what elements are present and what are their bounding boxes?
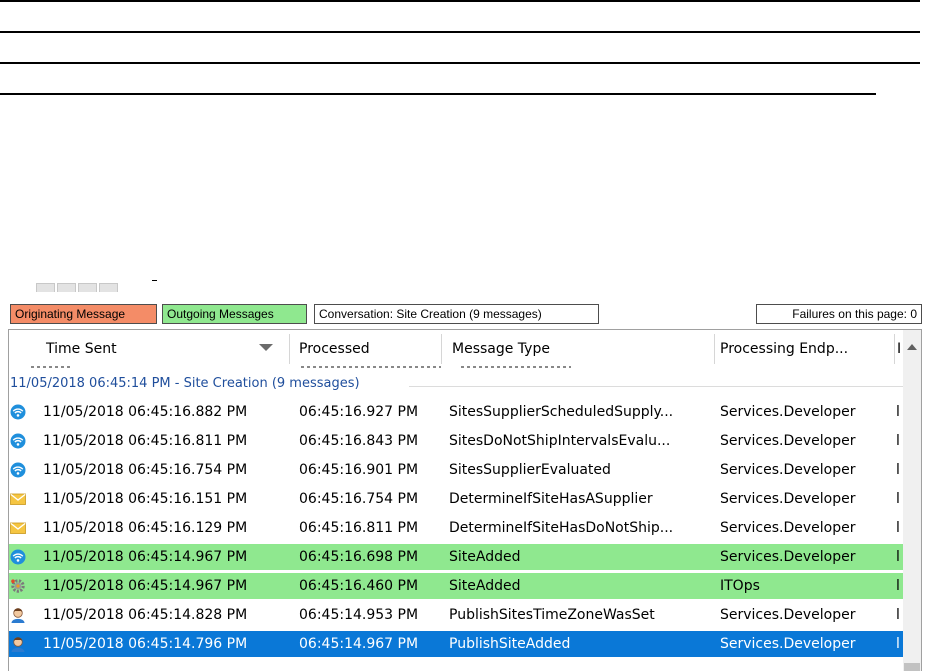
originating-message-legend: Originating Message — [10, 304, 157, 324]
top-rule-1 — [0, 0, 920, 2]
processed-cell: 06:45:16.927 PM — [299, 404, 419, 420]
time-sent-cell: 11/05/2018 06:45:14.967 PM — [43, 549, 248, 565]
processed-cell: 06:45:16.698 PM — [299, 549, 419, 565]
processed-cell: 06:45:16.843 PM — [299, 433, 419, 449]
wifi-icon — [10, 549, 26, 565]
grid-header: Time Sent Processed Message Type Process… — [9, 330, 903, 368]
processing-endpoint-cell: Services.Developer — [720, 636, 856, 652]
scroll-up-icon[interactable] — [907, 344, 917, 350]
time-sent-cell: 11/05/2018 06:45:16.882 PM — [43, 404, 248, 420]
processed-cell: 06:45:16.754 PM — [299, 491, 419, 507]
person-icon — [10, 607, 26, 623]
message-type-cell: DetermineIfSiteHasASupplier — [449, 491, 653, 507]
wifi-icon — [10, 462, 26, 478]
extra-cell: l — [896, 491, 900, 507]
column-header-processing-endpoint[interactable]: Processing Endp... — [714, 330, 894, 368]
scrolled-row-remnant — [301, 366, 441, 368]
processing-endpoint-cell: Services.Developer — [720, 462, 856, 478]
column-header-message-type-label: Message Type — [452, 341, 550, 357]
processing-endpoint-cell: Services.Developer — [720, 491, 856, 507]
processed-cell: 06:45:16.901 PM — [299, 462, 419, 478]
message-type-cell: SitesDoNotShipIntervalsEvalu... — [449, 433, 671, 449]
envelope-icon — [10, 520, 26, 536]
scrolled-row-remnant — [461, 366, 571, 368]
toolbar-button-1[interactable] — [36, 283, 55, 292]
top-rule-3 — [0, 62, 920, 64]
group-divider — [409, 386, 903, 387]
column-header-processed-label: Processed — [299, 341, 370, 357]
scrolled-row-remnant — [31, 366, 71, 368]
table-row[interactable]: 11/05/2018 06:45:14.796 PM 06:45:14.967 P… — [9, 631, 903, 657]
failures-counter: Failures on this page: 0 — [756, 304, 922, 324]
column-header-processed[interactable]: Processed — [293, 330, 441, 368]
processed-cell: 06:45:14.967 PM — [299, 636, 419, 652]
table-row[interactable]: 11/05/2018 06:45:14.967 PM 06:45:16.698 P… — [9, 544, 903, 570]
extra-cell: l — [896, 404, 900, 420]
time-sent-cell: 11/05/2018 06:45:16.754 PM — [43, 462, 248, 478]
time-sent-cell: 11/05/2018 06:45:14.967 PM — [43, 578, 248, 594]
table-row[interactable]: 11/05/2018 06:45:16.882 PM 06:45:16.927 P… — [9, 399, 903, 425]
time-sent-cell: 11/05/2018 06:45:14.828 PM — [43, 607, 248, 623]
conversation-group-header[interactable]: 11/05/2018 06:45:14 PM - Site Creation (… — [9, 372, 903, 398]
conversation-label: Conversation: Site Creation (9 messages) — [314, 304, 599, 324]
processed-cell: 06:45:16.811 PM — [299, 520, 419, 536]
message-type-cell: SiteAdded — [449, 578, 521, 594]
group-header-label: 11/05/2018 06:45:14 PM - Site Creation (… — [10, 376, 360, 391]
top-rule-2 — [0, 31, 920, 33]
table-row[interactable]: 11/05/2018 06:45:14.828 PM 06:45:14.953 P… — [9, 602, 903, 628]
column-header-time-sent[interactable]: Time Sent — [9, 330, 289, 368]
processing-endpoint-cell: Services.Developer — [720, 520, 856, 536]
person-icon — [10, 636, 26, 652]
processing-endpoint-cell: Services.Developer — [720, 607, 856, 623]
time-sent-cell: 11/05/2018 06:45:16.129 PM — [43, 520, 248, 536]
outgoing-messages-legend: Outgoing Messages — [162, 304, 307, 324]
toolbar-separator — [152, 280, 157, 281]
gear-icon — [10, 578, 26, 594]
extra-cell: l — [896, 549, 900, 565]
extra-cell: l — [896, 433, 900, 449]
processed-cell: 06:45:14.953 PM — [299, 607, 419, 623]
column-separator[interactable] — [289, 334, 290, 364]
message-type-cell: PublishSitesTimeZoneWasSet — [449, 607, 655, 623]
table-row[interactable]: 11/05/2018 06:45:14.967 PM 06:45:16.460 P… — [9, 573, 903, 599]
extra-cell: l — [896, 607, 900, 623]
message-type-cell: SitesSupplierScheduledSupply... — [449, 404, 674, 420]
column-header-processing-endpoint-label: Processing Endp... — [720, 341, 849, 357]
toolbar-button-2[interactable] — [57, 283, 76, 292]
column-header-extra-label: I — [897, 341, 902, 357]
message-type-cell: SiteAdded — [449, 549, 521, 565]
wifi-icon — [10, 404, 26, 420]
extra-cell: l — [896, 520, 900, 536]
extra-cell: l — [896, 578, 900, 594]
message-type-cell: SitesSupplierEvaluated — [449, 462, 611, 478]
table-row[interactable]: 11/05/2018 06:45:16.129 PM 06:45:16.811 P… — [9, 515, 903, 541]
processed-cell: 06:45:16.460 PM — [299, 578, 419, 594]
column-separator[interactable] — [441, 334, 442, 364]
processing-endpoint-cell: Services.Developer — [720, 404, 856, 420]
processing-endpoint-cell: ITOps — [720, 578, 760, 594]
vertical-scrollbar[interactable] — [903, 330, 921, 671]
top-rule-4 — [0, 93, 876, 95]
column-header-time-sent-label: Time Sent — [46, 341, 117, 357]
processing-endpoint-cell: Services.Developer — [720, 549, 856, 565]
scrollbar-thumb[interactable] — [904, 663, 920, 671]
time-sent-cell: 11/05/2018 06:45:16.151 PM — [43, 491, 248, 507]
column-header-message-type[interactable]: Message Type — [446, 330, 714, 368]
time-sent-cell: 11/05/2018 06:45:16.811 PM — [43, 433, 248, 449]
sort-descending-icon[interactable] — [259, 344, 273, 351]
message-type-cell: PublishSiteAdded — [449, 636, 571, 652]
table-row[interactable]: 11/05/2018 06:45:16.151 PM 06:45:16.754 P… — [9, 486, 903, 512]
envelope-icon — [10, 491, 26, 507]
wifi-icon — [10, 433, 26, 449]
message-type-cell: DetermineIfSiteHasDoNotShip... — [449, 520, 674, 536]
time-sent-cell: 11/05/2018 06:45:14.796 PM — [43, 636, 248, 652]
table-row[interactable]: 11/05/2018 06:45:16.811 PM 06:45:16.843 P… — [9, 428, 903, 454]
message-grid[interactable]: Time Sent Processed Message Type Process… — [8, 329, 922, 671]
extra-cell: l — [896, 636, 900, 652]
toolbar-button-4[interactable] — [99, 283, 118, 292]
processing-endpoint-cell: Services.Developer — [720, 433, 856, 449]
table-row[interactable]: 11/05/2018 06:45:16.754 PM 06:45:16.901 P… — [9, 457, 903, 483]
extra-cell: l — [896, 462, 900, 478]
toolbar-button-3[interactable] — [78, 283, 97, 292]
